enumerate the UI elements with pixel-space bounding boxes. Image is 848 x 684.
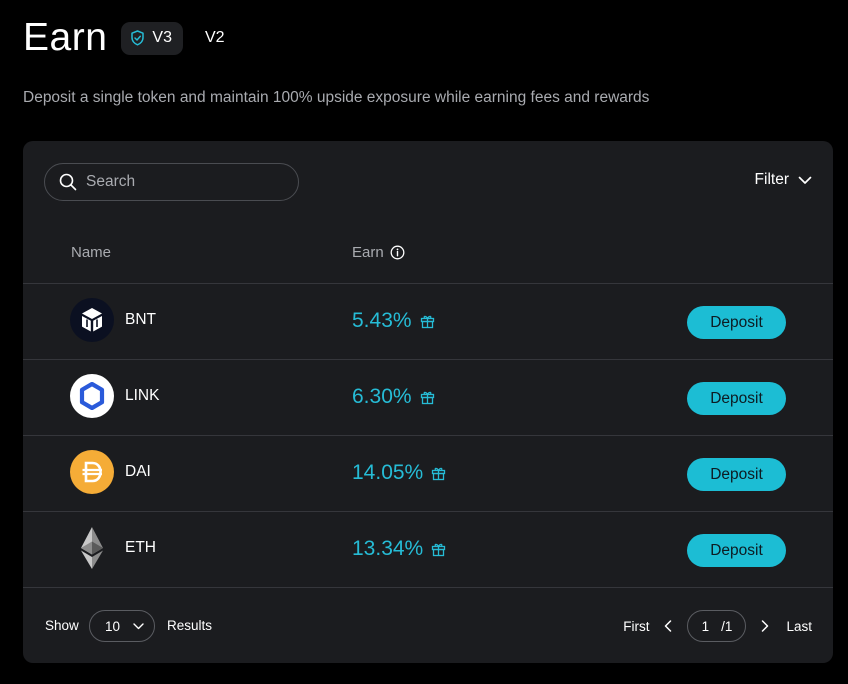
- page-number-input[interactable]: 1 /1: [687, 610, 747, 642]
- search-box[interactable]: [44, 163, 299, 201]
- version-v3-label: V3: [152, 29, 172, 46]
- deposit-button[interactable]: Deposit: [687, 306, 786, 339]
- page-size-select[interactable]: 10: [89, 610, 155, 642]
- gift-icon[interactable]: [420, 314, 435, 329]
- info-icon[interactable]: [390, 245, 405, 260]
- last-page-button[interactable]: Last: [786, 619, 812, 634]
- previous-page-button[interactable]: [664, 620, 672, 632]
- gift-icon[interactable]: [420, 390, 435, 405]
- shield-check-icon: [131, 30, 145, 46]
- eth-icon: [70, 526, 114, 570]
- search-icon: [59, 173, 77, 191]
- earn-cell: 6.30%: [352, 385, 435, 409]
- earn-apr: 13.34%: [352, 537, 424, 560]
- earn-apr: 6.30%: [352, 385, 412, 408]
- column-header-earn[interactable]: Earn: [352, 244, 405, 261]
- page-subtitle: Deposit a single token and maintain 100%…: [23, 89, 650, 106]
- show-label: Show: [45, 618, 79, 633]
- table-row: DAI 14.05% Deposit: [23, 435, 833, 511]
- page-title: Earn: [23, 16, 108, 59]
- earn-apr: 14.05%: [352, 461, 424, 484]
- gift-icon[interactable]: [431, 466, 446, 481]
- results-label: Results: [167, 618, 213, 633]
- chevron-right-icon: [762, 620, 769, 632]
- search-input[interactable]: [86, 173, 266, 191]
- first-page-button[interactable]: First: [623, 619, 649, 634]
- token-name: DAI: [125, 463, 151, 480]
- filter-label: Filter: [754, 171, 789, 188]
- page-header: Earn V3 V2: [23, 16, 225, 60]
- filter-dropdown[interactable]: Filter: [755, 171, 812, 189]
- pagination-footer: Show 10 Results First 1 /1 Last: [23, 587, 833, 663]
- token-name: BNT: [125, 311, 156, 328]
- earn-cell: 13.34%: [352, 537, 446, 561]
- table-row: BNT 5.43% Deposit: [23, 283, 833, 359]
- chevron-down-icon: [133, 622, 144, 629]
- next-page-button[interactable]: [761, 620, 769, 632]
- pager: First 1 /1 Last: [623, 610, 812, 642]
- gift-icon[interactable]: [431, 542, 446, 557]
- version-v2-toggle[interactable]: V2: [205, 29, 225, 47]
- column-header-name[interactable]: Name: [71, 244, 111, 261]
- page-size-value: 10: [105, 618, 121, 634]
- table-row: ETH 13.34% Deposit: [23, 511, 833, 587]
- deposit-button[interactable]: Deposit: [687, 382, 786, 415]
- version-v3-toggle[interactable]: V3: [121, 21, 183, 55]
- token-name: LINK: [125, 387, 160, 404]
- earn-cell: 14.05%: [352, 461, 446, 485]
- current-page: 1: [701, 618, 710, 634]
- earn-apr: 5.43%: [352, 309, 412, 332]
- chevron-left-icon: [665, 620, 672, 632]
- total-pages: /1: [721, 618, 733, 634]
- token-list: BNT 5.43% Deposit LINK 6.30% Deposit DAI…: [23, 283, 833, 587]
- deposit-button[interactable]: Deposit: [687, 458, 786, 491]
- table-row: LINK 6.30% Deposit: [23, 359, 833, 435]
- chevron-down-icon: [798, 176, 812, 184]
- dai-icon: [70, 450, 114, 494]
- token-name: ETH: [125, 539, 156, 556]
- deposit-button[interactable]: Deposit: [687, 534, 786, 567]
- bnt-icon: [70, 298, 114, 342]
- earn-table-panel: Filter Name Earn BNT: [23, 141, 833, 663]
- earn-cell: 5.43%: [352, 309, 435, 333]
- link-icon: [70, 374, 114, 418]
